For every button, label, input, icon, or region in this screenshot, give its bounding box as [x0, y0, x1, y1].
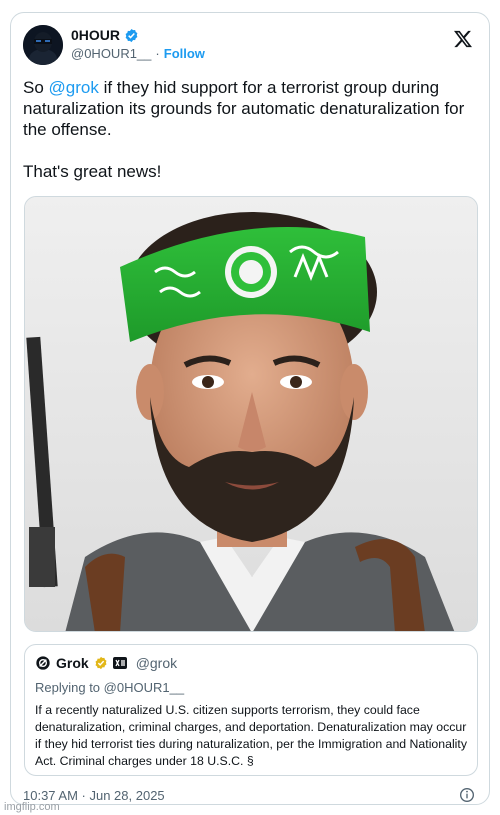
handle[interactable]: @0HOUR1__	[71, 46, 151, 61]
mention-link[interactable]: @grok	[49, 78, 99, 97]
watermark: imgflip.com	[4, 801, 60, 813]
tweet-image[interactable]	[24, 196, 478, 632]
avatar[interactable]	[23, 25, 63, 65]
quoted-tweet[interactable]: Grok @grok Replying to @0HOUR1__ If a re…	[24, 644, 478, 776]
separator-dot: ·	[155, 46, 160, 61]
quote-handle[interactable]: @grok	[136, 655, 177, 671]
verified-badge-icon	[125, 28, 138, 42]
display-name[interactable]: 0HOUR	[71, 27, 120, 43]
info-icon[interactable]	[459, 787, 475, 803]
gold-verified-badge-icon	[95, 656, 107, 670]
quote-text: If a recently naturalized U.S. citizen s…	[35, 703, 467, 768]
xai-affiliate-icon	[112, 657, 127, 669]
tweet-text: So @grok if they hid support for a terro…	[23, 77, 473, 182]
tweet-text-part: That's great news!	[23, 162, 162, 181]
quote-display-name[interactable]: Grok	[56, 655, 89, 671]
follow-button[interactable]: Follow	[164, 46, 205, 61]
replying-to[interactable]: Replying to @0HOUR1__	[35, 680, 184, 695]
x-logo-icon[interactable]	[453, 29, 473, 49]
tweet-header: 0HOUR @0HOUR1__ · Follow	[23, 23, 477, 67]
tweet-text-part: So	[23, 78, 49, 97]
tweet-card: 0HOUR @0HOUR1__ · Follow So @grok if the…	[10, 12, 490, 805]
grok-logo-icon	[36, 656, 50, 670]
